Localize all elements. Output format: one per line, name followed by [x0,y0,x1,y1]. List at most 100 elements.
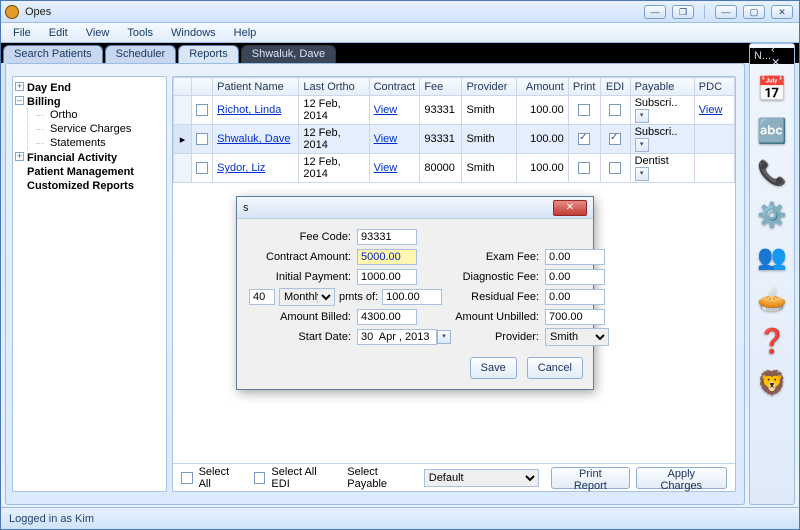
payable-dropdown-icon[interactable]: ▾ [635,167,649,181]
col-select[interactable] [192,78,213,96]
edi-checkbox[interactable] [609,162,621,174]
minimize2-button[interactable]: — [715,5,737,19]
col-amount[interactable]: Amount [516,78,568,96]
cancel-button[interactable]: Cancel [527,357,583,379]
logo-icon[interactable]: 🦁 [755,366,789,400]
patient-link[interactable]: Shwaluk, Dave [217,133,290,145]
help-icon[interactable]: ❓ [755,324,789,358]
print-report-button[interactable]: Print Report [551,467,629,489]
close-button[interactable]: ✕ [771,5,793,19]
select-all-checkbox[interactable] [181,472,193,484]
pdc-link[interactable]: View [699,104,723,116]
label-provider: Provider: [455,331,545,343]
print-checkbox[interactable] [578,133,590,145]
dialog-titlebar[interactable]: s ✕ [237,197,593,219]
calendar-icon[interactable]: 📅 [755,72,789,106]
collapse-billing-icon[interactable]: – [15,96,24,105]
nav-day-end[interactable]: Day End [27,82,71,94]
contract-link[interactable]: View [374,104,398,116]
charges-table: Patient Name Last Ortho Contract Fee Pro… [173,77,735,183]
status-text: Logged in as Kim [9,513,94,525]
date-picker-icon[interactable]: ▾ [437,330,451,344]
input-start-date[interactable] [357,329,437,345]
users-icon[interactable]: 👥 [755,240,789,274]
edi-checkbox[interactable] [609,104,621,116]
col-print[interactable]: Print [568,78,600,96]
select-payable-dropdown[interactable]: Default [424,469,539,487]
input-amount-billed[interactable] [357,309,417,325]
menu-windows[interactable]: Windows [163,25,224,41]
col-edi[interactable]: EDI [600,78,630,96]
col-arrow[interactable] [174,78,192,96]
table-row[interactable]: Richot, Linda12 Feb, 2014View93331Smith1… [174,96,735,125]
payable-dropdown-icon[interactable]: ▾ [635,138,649,152]
nav-custom-reports[interactable]: Customized Reports [27,180,134,192]
menu-file[interactable]: File [5,25,39,41]
edi-checkbox[interactable] [609,133,621,145]
input-num-payments[interactable] [249,289,275,305]
table-row[interactable]: Sydor, Liz12 Feb, 2014View80000Smith100.… [174,154,735,183]
col-contract[interactable]: Contract [369,78,420,96]
col-fee[interactable]: Fee [420,78,462,96]
table-row[interactable]: ▸Shwaluk, Dave12 Feb, 2014View93331Smith… [174,125,735,154]
menu-tools[interactable]: Tools [119,25,161,41]
chart-pie-icon[interactable]: 🥧 [755,282,789,316]
dialog-close-button[interactable]: ✕ [553,200,587,216]
print-checkbox[interactable] [578,104,590,116]
select-provider[interactable]: Smith [545,328,609,346]
restore-button[interactable]: ❐ [672,5,694,19]
input-initial-payment[interactable] [357,269,417,285]
menu-help[interactable]: Help [226,25,265,41]
menu-view[interactable]: View [78,25,118,41]
status-bar: Logged in as Kim [1,507,799,529]
window-buttons: — ❐ — ▢ ✕ [644,5,793,19]
menu-edit[interactable]: Edit [41,25,76,41]
col-payable[interactable]: Payable [630,78,694,96]
input-amount-unbilled[interactable] [545,309,605,325]
contract-link[interactable]: View [374,162,398,174]
nav-statements[interactable]: Statements [50,137,106,149]
patient-link[interactable]: Richot, Linda [217,104,281,116]
select-frequency[interactable]: Monthly [279,288,335,306]
nav-billing[interactable]: Billing [27,96,61,108]
save-button[interactable]: Save [470,357,517,379]
print-checkbox[interactable] [578,162,590,174]
label-initial-payment: Initial Payment: [247,271,357,283]
input-pmts-of[interactable] [382,289,442,305]
gear-icon[interactable]: ⚙️ [755,198,789,232]
apply-charges-button[interactable]: Apply Charges [636,467,727,489]
contract-link[interactable]: View [374,133,398,145]
expand-financial-icon[interactable]: + [15,152,24,161]
input-exam-fee[interactable] [545,249,605,265]
payable-dropdown-icon[interactable]: ▾ [635,109,649,123]
expand-day-end-icon[interactable]: + [15,82,24,91]
col-last-ortho[interactable]: Last Ortho [299,78,369,96]
col-patient[interactable]: Patient Name [213,78,299,96]
select-all-edi-label: Select All EDI [271,466,335,490]
nav-financial[interactable]: Financial Activity [27,152,117,164]
nav-patient-mgmt[interactable]: Patient Management [27,166,134,178]
col-pdc[interactable]: PDC [694,78,734,96]
tab-reports[interactable]: Reports [178,45,239,63]
maximize-button[interactable]: ▢ [743,5,765,19]
input-residual-fee[interactable] [545,289,605,305]
font-icon[interactable]: 🔤 [755,114,789,148]
input-fee-code[interactable] [357,229,417,245]
row-checkbox[interactable] [196,162,208,174]
input-diagnostic-fee[interactable] [545,269,605,285]
nav-service-charges[interactable]: Service Charges [50,123,131,135]
nav-ortho[interactable]: Ortho [50,109,78,121]
phone-icon[interactable]: 📞 [755,156,789,190]
tab-search-patients[interactable]: Search Patients [3,45,103,63]
col-provider[interactable]: Provider [462,78,516,96]
input-contract-amount[interactable] [357,249,417,265]
patient-link[interactable]: Sydor, Liz [217,162,265,174]
tab-scheduler[interactable]: Scheduler [105,45,177,63]
minimize-button[interactable]: — [644,5,666,19]
row-checkbox[interactable] [196,133,208,145]
row-checkbox[interactable] [196,104,208,116]
side-toolbar-controls[interactable]: ‹ ✕ [771,44,790,69]
tab-patient[interactable]: Shwaluk, Dave [241,45,336,63]
select-all-edi-checkbox[interactable] [254,472,266,484]
label-exam-fee: Exam Fee: [455,251,545,263]
